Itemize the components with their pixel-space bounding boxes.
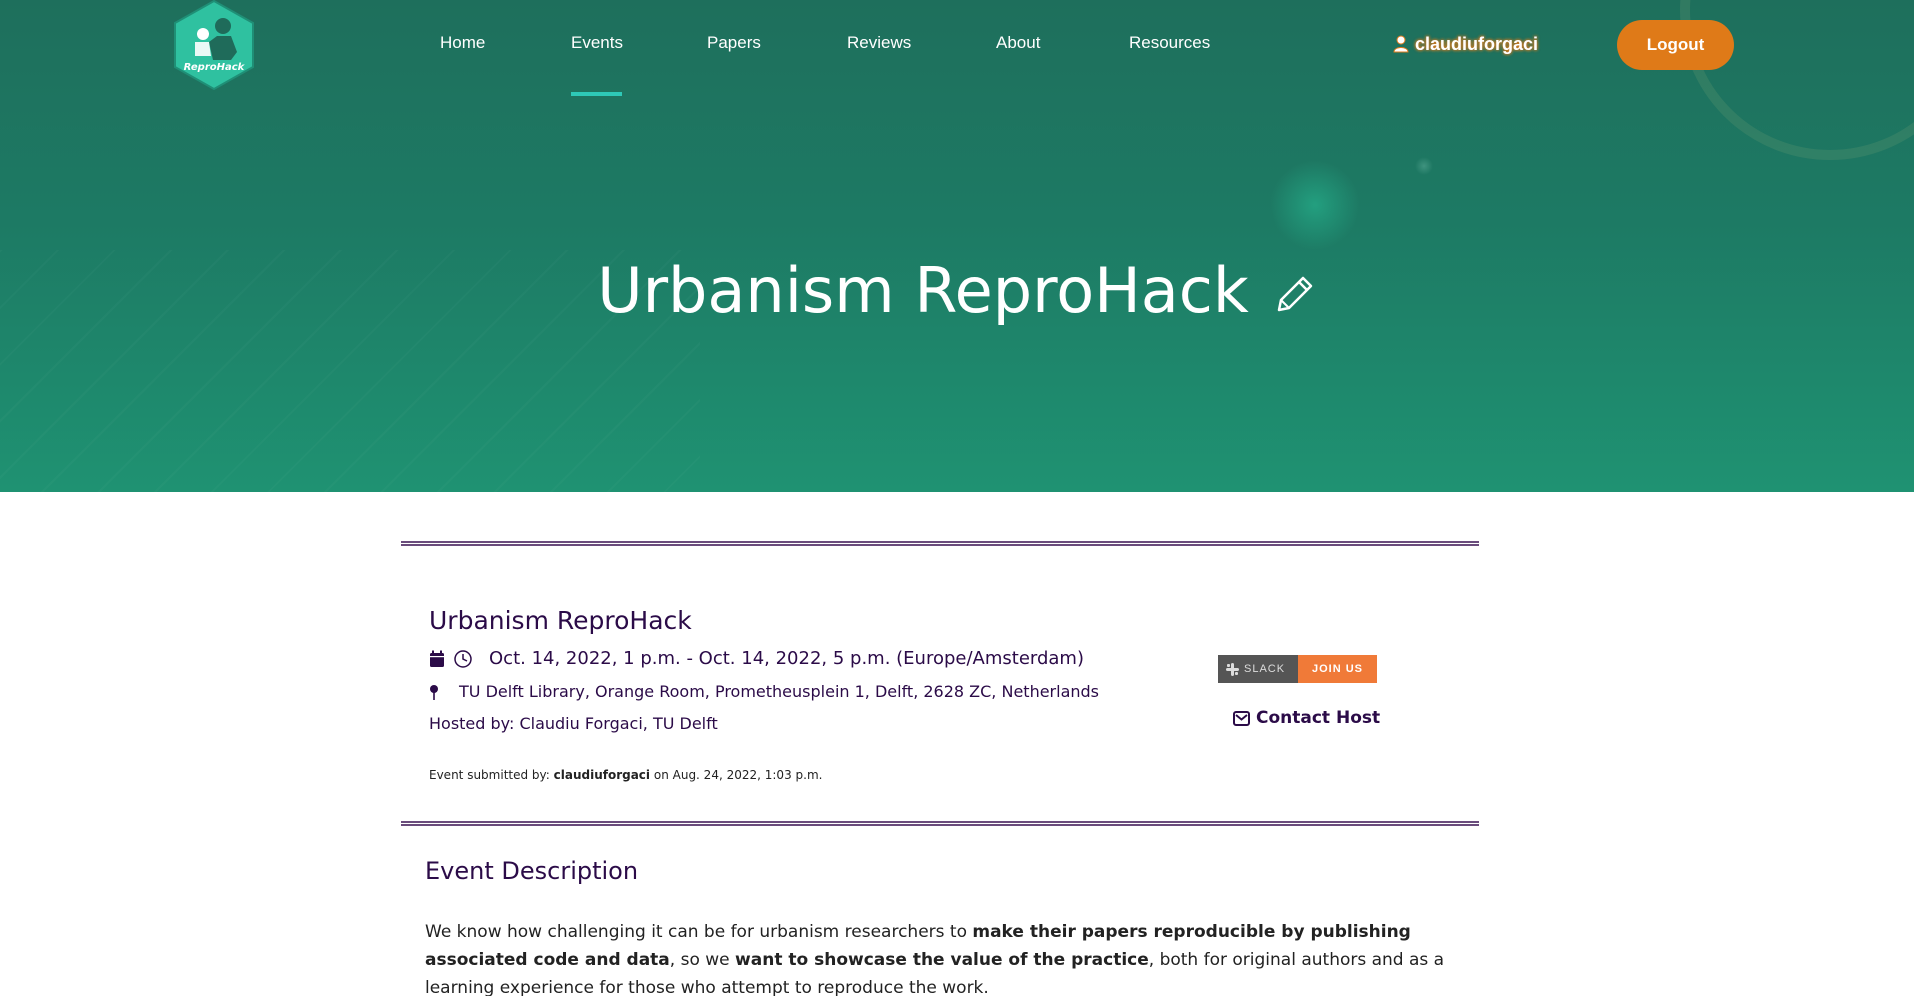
slack-icon xyxy=(1226,662,1239,676)
logout-button[interactable]: Logout xyxy=(1617,20,1734,70)
hero-decoration-glow-small xyxy=(1415,157,1433,175)
submitted-prefix: Event submitted by: xyxy=(429,768,554,782)
clock-icon xyxy=(454,649,472,668)
submitted-suffix: on Aug. 24, 2022, 1:03 p.m. xyxy=(650,768,823,782)
event-location: TU Delft Library, Orange Room, Prometheu… xyxy=(459,682,1100,701)
nav-active-indicator xyxy=(571,92,622,96)
contact-host-label: Contact Host xyxy=(1256,708,1381,728)
event-title: Urbanism ReproHack xyxy=(429,606,692,635)
event-datetime: Oct. 14, 2022, 1 p.m. - Oct. 14, 2022, 5… xyxy=(489,648,1084,669)
nav-home[interactable]: Home xyxy=(440,33,485,55)
event-submitted-info: Event submitted by: claudiuforgaci on Au… xyxy=(429,768,822,782)
contact-host-link[interactable]: Contact Host xyxy=(1233,708,1380,728)
event-host: Hosted by: Claudiu Forgaci, TU Delft xyxy=(429,714,718,733)
description-text-1: We know how challenging it can be for ur… xyxy=(425,922,973,942)
nav-events[interactable]: Events xyxy=(571,33,623,55)
map-pin-icon xyxy=(430,684,438,700)
slack-label: SLACK xyxy=(1244,663,1286,675)
nav-papers[interactable]: Papers xyxy=(707,33,761,55)
calendar-icon xyxy=(430,650,444,667)
username: claudiuforgaci xyxy=(1415,33,1539,54)
event-description-text: We know how challenging it can be for ur… xyxy=(425,918,1485,996)
main-nav: Home Events Papers Reviews About Resourc… xyxy=(0,0,1914,96)
hero-title-row: Urbanism ReproHack xyxy=(0,254,1914,327)
join-us-label: JOIN US xyxy=(1298,655,1377,683)
nav-about[interactable]: About xyxy=(996,33,1040,55)
slack-join-badge[interactable]: SLACK JOIN US xyxy=(1218,655,1377,683)
nav-reviews[interactable]: Reviews xyxy=(847,33,911,55)
pencil-icon[interactable] xyxy=(1273,272,1317,316)
description-bold-2: want to showcase the value of the practi… xyxy=(735,950,1149,970)
envelope-icon xyxy=(1233,710,1250,726)
description-text-2: , so we xyxy=(669,950,736,970)
event-location-row: TU Delft Library, Orange Room, Prometheu… xyxy=(429,682,1099,701)
nav-resources[interactable]: Resources xyxy=(1129,33,1210,55)
divider-bottom xyxy=(401,821,1479,826)
user-icon xyxy=(1393,35,1409,53)
user-profile-link[interactable]: claudiuforgaci xyxy=(1393,32,1538,56)
event-datetime-row: Oct. 14, 2022, 1 p.m. - Oct. 14, 2022, 5… xyxy=(429,648,1084,669)
hero-banner: ReproHack Home Events Papers Reviews Abo… xyxy=(0,0,1914,492)
page-title: Urbanism ReproHack xyxy=(597,254,1249,327)
event-description-heading: Event Description xyxy=(425,857,639,885)
hero-decoration-glow xyxy=(1270,160,1360,250)
divider-top xyxy=(401,541,1479,546)
slack-badge-left: SLACK xyxy=(1218,655,1298,683)
submitted-user[interactable]: claudiuforgaci xyxy=(554,768,650,782)
